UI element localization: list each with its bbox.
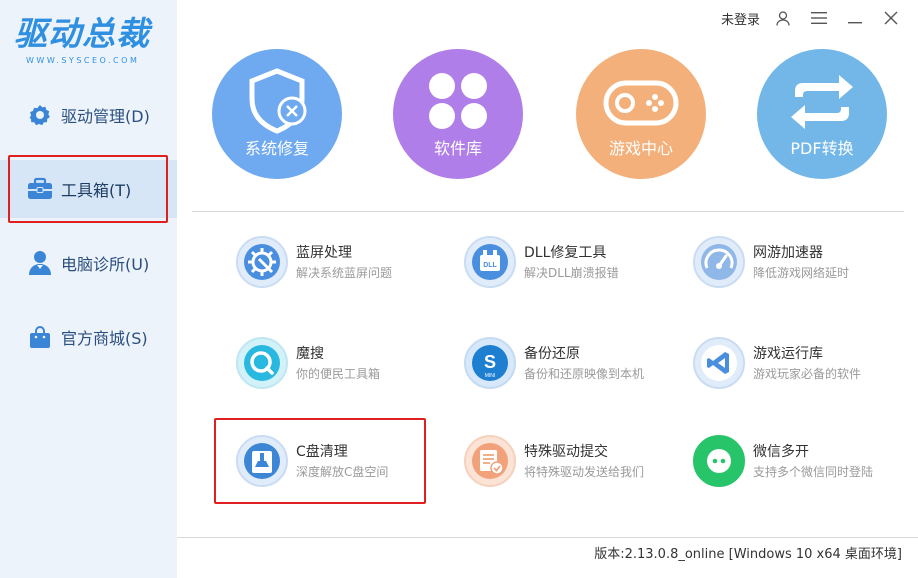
sidebar-item-label: 官方商城(S) bbox=[61, 329, 148, 348]
tool-dll-repair[interactable]: DLL DLL修复工具 解决DLL崩溃报错 bbox=[464, 234, 664, 290]
tool-desc: 深度解放C盘空间 bbox=[296, 464, 389, 479]
login-link[interactable]: 未登录 bbox=[721, 9, 760, 28]
tool-game-accelerator[interactable]: 网游加速器 降低游戏网络延时 bbox=[693, 234, 893, 290]
user-icon[interactable] bbox=[774, 9, 792, 27]
tool-desc: 你的便民工具箱 bbox=[296, 366, 381, 381]
sidebar-item-label: 驱动管理(D) bbox=[61, 107, 150, 126]
sidebar-item-store[interactable]: 官方商城(S) bbox=[0, 308, 177, 366]
disk-broom-icon bbox=[236, 435, 288, 487]
shopping-bag-icon bbox=[27, 324, 53, 350]
tool-bsod-fix[interactable]: 蓝屏处理 解决系统蓝屏问题 bbox=[236, 234, 436, 290]
logo-subtitle: WWW.SYSCEO.COM bbox=[26, 56, 140, 65]
section-divider bbox=[192, 211, 904, 212]
tool-mosou[interactable]: 魔搜 你的便民工具箱 bbox=[236, 335, 436, 391]
svg-text:DLL: DLL bbox=[483, 262, 497, 269]
toolbox-icon bbox=[27, 176, 53, 202]
document-check-icon bbox=[464, 435, 516, 487]
tool-title: 微信多开 bbox=[753, 443, 809, 460]
convert-arrows-icon bbox=[791, 75, 853, 129]
big-tool-label: 软件库 bbox=[433, 139, 482, 158]
app-logo: 驱动总裁 WWW.SYSCEO.COM bbox=[14, 14, 164, 72]
tool-title: 特殊驱动提交 bbox=[524, 443, 608, 460]
game-center-button[interactable]: 游戏中心 bbox=[576, 49, 706, 179]
tool-title: 备份还原 bbox=[524, 345, 580, 362]
tool-special-driver-submit[interactable]: 特殊驱动提交 将特殊驱动发送给我们 bbox=[464, 433, 664, 489]
tool-game-runtime[interactable]: 游戏运行库 游戏玩家必备的软件 bbox=[693, 335, 893, 391]
tool-desc: 降低游戏网络延时 bbox=[753, 265, 850, 280]
speedometer-icon bbox=[693, 236, 745, 288]
tool-title: 蓝屏处理 bbox=[296, 244, 352, 261]
sidebar: 驱动总裁 WWW.SYSCEO.COM 驱动管理(D) 工具箱(T) 电脑诊所(… bbox=[0, 0, 177, 578]
footer-divider bbox=[177, 537, 918, 538]
tool-desc: 备份和还原映像到本机 bbox=[524, 366, 645, 381]
tool-backup-restore[interactable]: S MINI 备份还原 备份和还原映像到本机 bbox=[464, 335, 664, 391]
tool-desc: 解决DLL崩溃报错 bbox=[524, 265, 619, 280]
four-petal-icon bbox=[429, 73, 487, 129]
sidebar-item-driver-manager[interactable]: 驱动管理(D) bbox=[0, 86, 177, 144]
tool-desc: 解决系统蓝屏问题 bbox=[296, 265, 393, 280]
tool-desc: 游戏玩家必备的软件 bbox=[753, 366, 862, 381]
wechat-icon bbox=[693, 435, 745, 487]
big-tool-label: PDF转换 bbox=[790, 139, 854, 158]
sidebar-item-toolbox[interactable]: 工具箱(T) bbox=[0, 160, 177, 218]
title-bar: 未登录 bbox=[721, 0, 918, 36]
tool-title: 游戏运行库 bbox=[753, 345, 823, 362]
tool-title: C盘清理 bbox=[296, 443, 348, 460]
pdf-convert-button[interactable]: PDF转换 bbox=[757, 49, 887, 179]
svg-text:MINI: MINI bbox=[485, 373, 496, 379]
gear-wrench-icon bbox=[236, 236, 288, 288]
app-window: 驱动总裁 WWW.SYSCEO.COM 驱动管理(D) 工具箱(T) 电脑诊所(… bbox=[0, 0, 918, 578]
tool-c-drive-clean[interactable]: C盘清理 深度解放C盘空间 bbox=[236, 433, 436, 489]
tool-desc: 支持多个微信同时登陆 bbox=[753, 464, 874, 479]
doctor-icon bbox=[27, 250, 53, 276]
shield-repair-icon bbox=[249, 68, 307, 134]
system-repair-button[interactable]: 系统修复 bbox=[212, 49, 342, 179]
tool-title: 网游加速器 bbox=[753, 244, 823, 261]
backup-s-icon: S MINI bbox=[464, 337, 516, 389]
dll-plugin-icon: DLL bbox=[464, 236, 516, 288]
gamepad-icon bbox=[603, 80, 679, 126]
tool-wechat-multi[interactable]: 微信多开 支持多个微信同时登陆 bbox=[693, 433, 893, 489]
svg-text:S: S bbox=[484, 352, 496, 372]
tool-title: DLL修复工具 bbox=[524, 244, 607, 261]
sidebar-item-label: 工具箱(T) bbox=[61, 181, 132, 200]
close-icon[interactable] bbox=[882, 9, 900, 27]
magnifier-icon bbox=[236, 337, 288, 389]
tool-title: 魔搜 bbox=[296, 345, 324, 362]
visual-studio-icon bbox=[693, 337, 745, 389]
tool-desc: 将特殊驱动发送给我们 bbox=[524, 464, 645, 479]
software-library-button[interactable]: 软件库 bbox=[393, 49, 523, 179]
big-tool-label: 游戏中心 bbox=[608, 139, 673, 158]
gear-icon bbox=[27, 102, 53, 128]
version-text: 版本:2.13.0.8_online [Windows 10 x64 桌面环境] bbox=[594, 547, 902, 562]
big-tool-label: 系统修复 bbox=[244, 139, 309, 158]
logo-title: 驱动总裁 bbox=[14, 14, 150, 53]
minimize-icon[interactable] bbox=[846, 9, 864, 27]
menu-icon[interactable] bbox=[810, 9, 828, 27]
sidebar-item-pc-clinic[interactable]: 电脑诊所(U) bbox=[0, 234, 177, 292]
sidebar-item-label: 电脑诊所(U) bbox=[61, 255, 150, 274]
